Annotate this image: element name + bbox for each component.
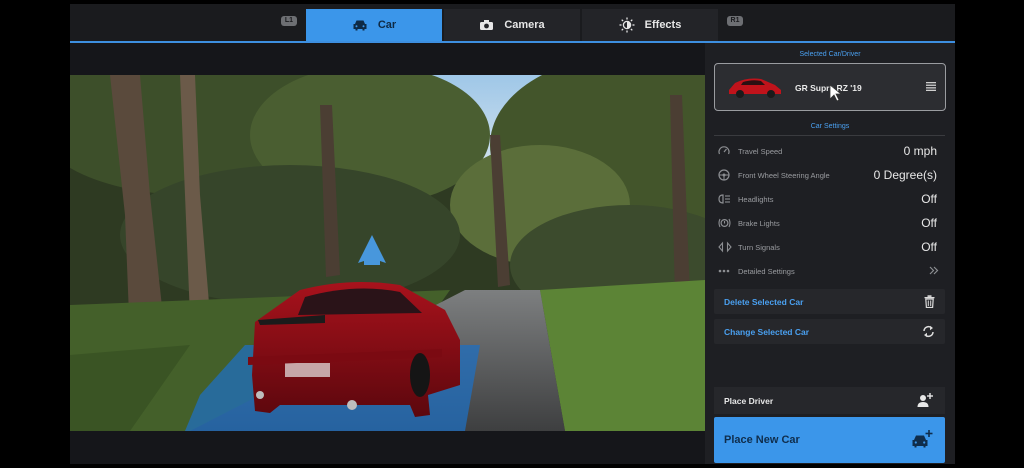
setting-travel-speed[interactable]: Travel Speed 0 mph	[714, 140, 945, 162]
setting-turn-signals[interactable]: Turn Signals Off	[714, 236, 945, 258]
tab-car-label: Car	[377, 19, 397, 31]
tab-camera-label: Camera	[504, 19, 545, 31]
setting-value: Off	[921, 240, 937, 254]
setting-label: Travel Speed	[738, 147, 783, 156]
setting-value: 0 Degree(s)	[873, 168, 937, 182]
settings-divider	[714, 135, 945, 136]
scene-viewport[interactable]	[70, 43, 705, 464]
tab-car[interactable]: Car	[306, 9, 442, 41]
place-new-car-button[interactable]: Place New Car	[714, 417, 945, 463]
settings-section-title: Car Settings	[810, 123, 850, 130]
change-car-label: Change Selected Car	[724, 327, 810, 337]
r1-bumper-hint: R1	[727, 16, 743, 26]
setting-value: 0 mph	[903, 144, 937, 158]
delete-car-button[interactable]: Delete Selected Car	[714, 289, 945, 314]
scapes-editor: L1 Car Camera Effects R1 Selected Car/Dr…	[70, 4, 955, 464]
setting-brake-lights[interactable]: Brake Lights Off	[714, 212, 945, 234]
delete-car-label: Delete Selected Car	[724, 297, 804, 307]
car-icon	[353, 20, 367, 31]
speedometer-icon	[718, 146, 730, 155]
setting-label: Brake Lights	[738, 219, 780, 228]
double-chevron-right-icon	[929, 266, 939, 275]
setting-label: Front Wheel Steering Angle	[738, 171, 830, 180]
selected-section-title: Selected Car/Driver	[799, 51, 861, 58]
setting-value: Off	[921, 216, 937, 230]
setting-label: Turn Signals	[738, 243, 780, 252]
setting-label: Headlights	[738, 195, 774, 204]
change-car-button[interactable]: Change Selected Car	[714, 319, 945, 344]
steering-wheel-icon	[718, 169, 730, 181]
add-car-icon	[912, 430, 933, 448]
more-dots-icon	[718, 269, 730, 273]
car-panel: Selected Car/Driver GR Supra RZ '19 Car …	[705, 43, 955, 464]
place-driver-label: Place Driver	[724, 396, 774, 406]
tab-camera[interactable]: Camera	[444, 9, 580, 41]
add-person-icon	[917, 393, 933, 407]
scene-photo	[70, 75, 705, 431]
setting-steering-angle[interactable]: Front Wheel Steering Angle 0 Degree(s)	[714, 164, 945, 186]
setting-detailed[interactable]: Detailed Settings	[714, 260, 945, 282]
place-new-car-label: Place New Car	[724, 434, 800, 446]
menu-lines-icon[interactable]	[926, 82, 936, 91]
place-driver-button[interactable]: Place Driver	[714, 387, 945, 414]
brake-light-icon	[718, 218, 731, 228]
setting-headlights[interactable]: Headlights Off	[714, 188, 945, 210]
selected-car-card[interactable]: GR Supra RZ '19	[714, 63, 946, 111]
tab-effects-label: Effects	[644, 19, 682, 31]
tab-bar: L1 Car Camera Effects R1	[70, 4, 955, 43]
trash-icon	[924, 295, 935, 308]
setting-value: Off	[921, 192, 937, 206]
tab-effects[interactable]: Effects	[582, 9, 718, 41]
l1-bumper-hint: L1	[281, 16, 297, 26]
swap-arrows-icon	[923, 325, 934, 338]
effects-icon	[619, 17, 635, 33]
cursor-pointer-icon	[829, 84, 843, 102]
car-thumbnail	[729, 78, 781, 98]
camera-icon	[480, 20, 494, 30]
setting-label: Detailed Settings	[738, 267, 795, 276]
turn-signal-icon	[718, 241, 732, 253]
headlight-icon	[718, 194, 730, 204]
